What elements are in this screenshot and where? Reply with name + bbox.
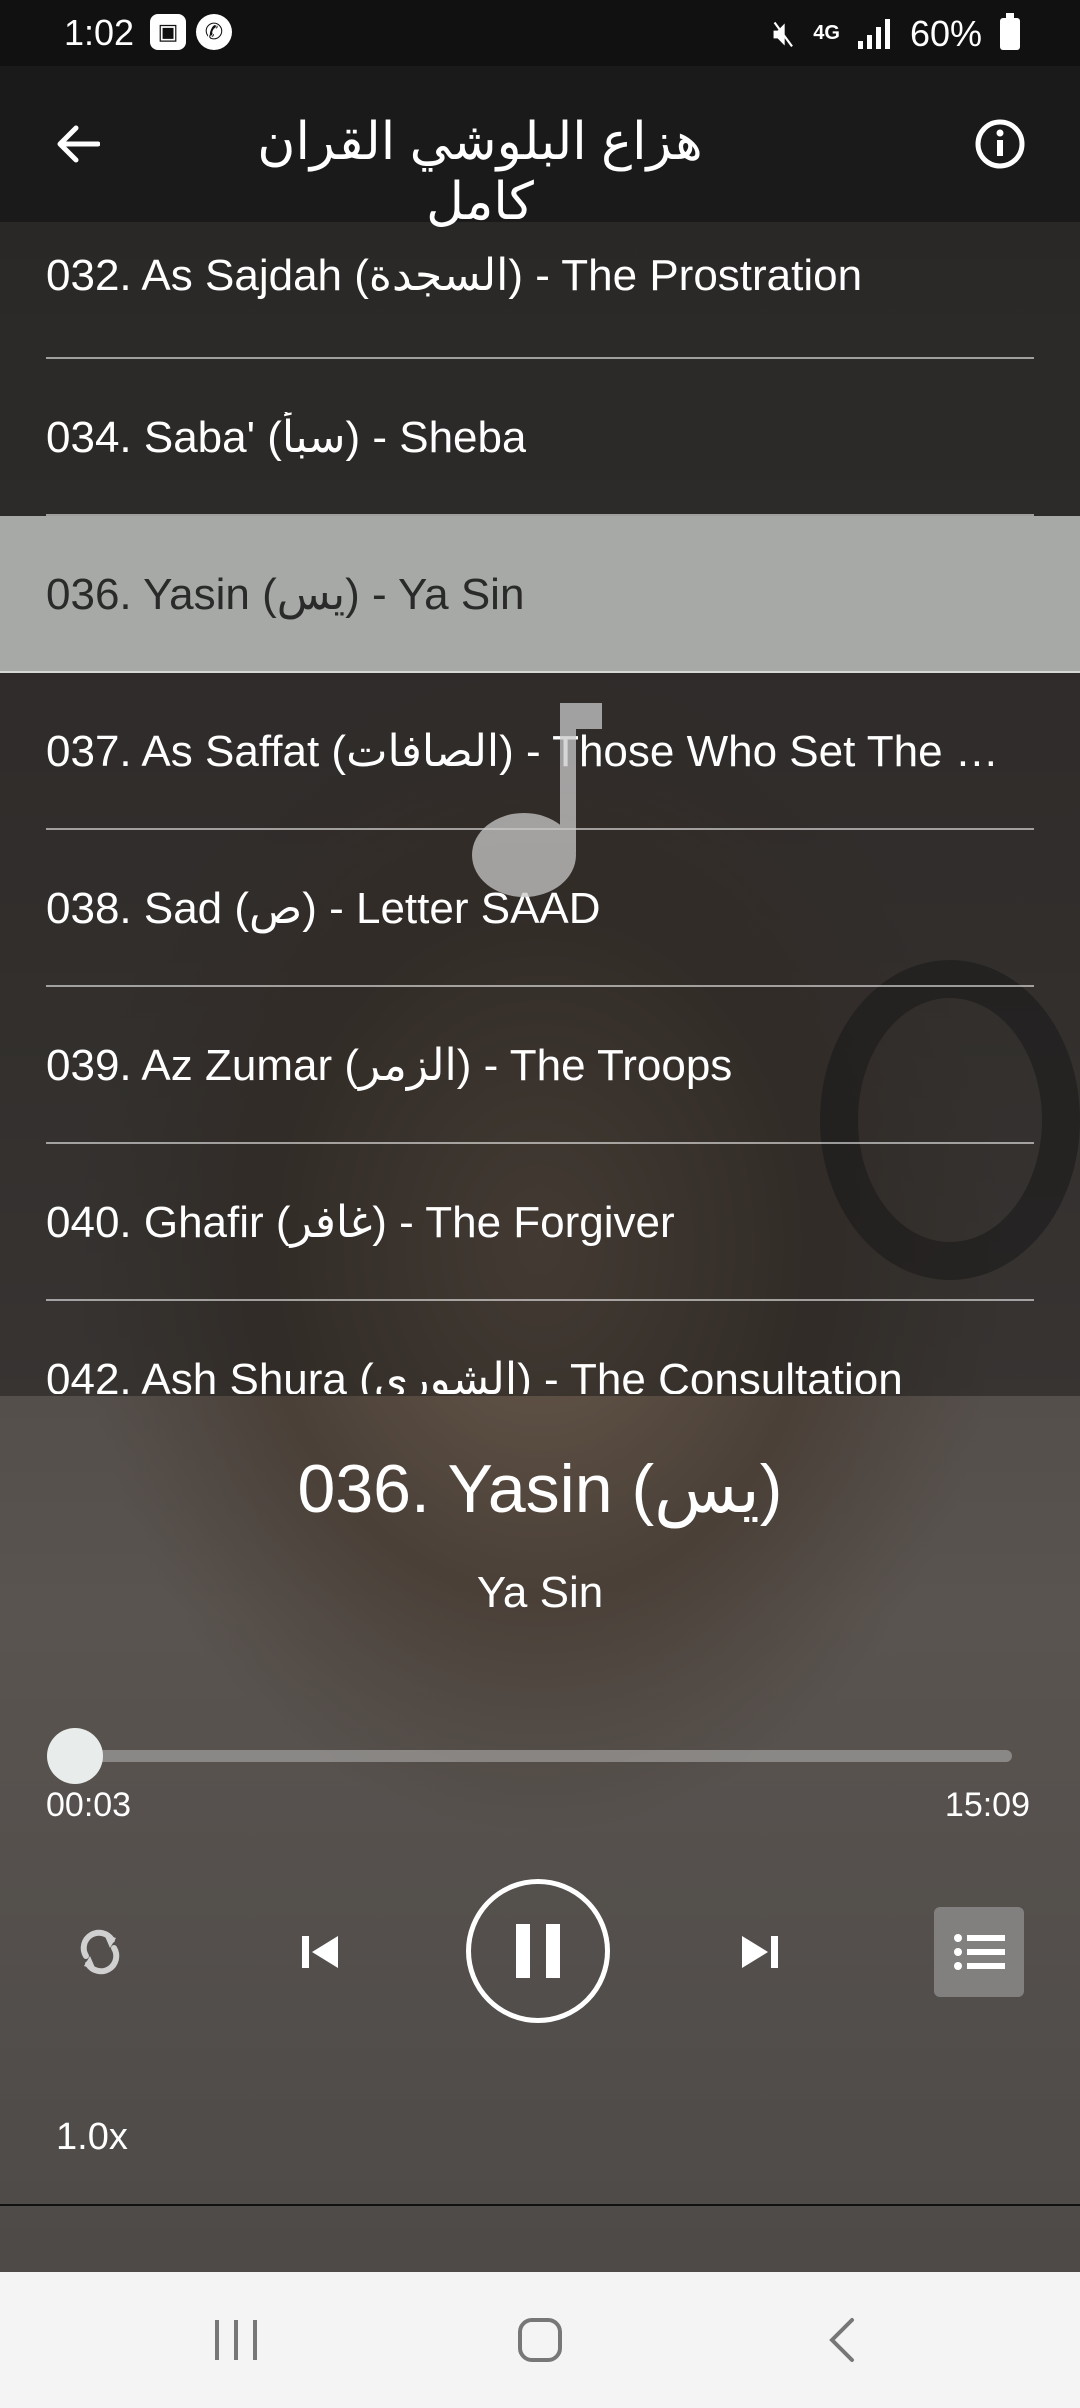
- repeat-button[interactable]: [60, 1912, 140, 1992]
- previous-button[interactable]: [280, 1912, 360, 1992]
- info-icon: [975, 119, 1025, 169]
- battery-percent: 60%: [909, 12, 982, 54]
- playlist-item[interactable]: 039. Az Zumar (الزمر) - The Troops: [0, 987, 1080, 1144]
- gallery-notification-icon: ▣: [150, 14, 186, 50]
- skip-previous-icon: [302, 1936, 338, 1968]
- playlist-icon: [954, 1934, 1005, 1970]
- playlist-item-label: 032. As Sajdah (السجدة) - The Prostratio…: [46, 251, 863, 300]
- skip-next-icon: [742, 1936, 778, 1968]
- signal-icon: [857, 18, 890, 49]
- seek-bar[interactable]: [72, 1750, 1012, 1762]
- back-button[interactable]: [40, 106, 116, 182]
- playlist-button[interactable]: [934, 1907, 1024, 1997]
- system-nav-bar: [0, 2272, 1080, 2408]
- mute-icon: 🔇︎: [772, 12, 796, 53]
- playlist-item-label: 034. Saba' (سبأ) - Sheba: [46, 413, 527, 462]
- next-button[interactable]: [720, 1912, 800, 1992]
- playlist-item[interactable]: 034. Saba' (سبأ) - Sheba: [0, 359, 1080, 516]
- network-type: 4G: [813, 22, 840, 44]
- chevron-left-icon: [829, 2318, 854, 2362]
- playlist-item-label: 040. Ghafir (غافر) - The Forgiver: [46, 1198, 675, 1247]
- duration-time: 15:09: [944, 1786, 1030, 1824]
- home-icon: [518, 2318, 562, 2362]
- seek-thumb[interactable]: [46, 1728, 103, 1784]
- now-playing-title: 036. Yasin (يس): [297, 1451, 783, 1527]
- arrow-left-icon: [57, 125, 100, 163]
- playlist-item-label: 039. Az Zumar (الزمر) - The Troops: [46, 1041, 733, 1090]
- app-bar: هزاع البلوشي القران كامل: [0, 66, 1080, 231]
- now-playing-subtitle: Ya Sin: [476, 1568, 604, 1617]
- back-nav-button[interactable]: [782, 2300, 902, 2380]
- playlist-item[interactable]: 036. Yasin (يس) - Ya Sin: [0, 516, 1080, 673]
- music-note-icon: [472, 703, 602, 897]
- status-time: 1:02: [64, 12, 135, 53]
- home-button[interactable]: [480, 2300, 600, 2380]
- playlist-item-label: 042. Ash Shura (الشورى) - The Consultati…: [46, 1355, 903, 1394]
- playback-speed[interactable]: 1.0x: [56, 2116, 128, 2159]
- recent-apps-button[interactable]: [176, 2300, 296, 2380]
- page-title: هزاع البلوشي القران كامل: [257, 113, 703, 231]
- divider: [0, 2204, 1080, 2206]
- recent-apps-icon: [215, 2320, 257, 2360]
- battery-icon: [1000, 12, 1020, 50]
- repeat-icon: [80, 1929, 120, 1975]
- elapsed-time: 00:03: [46, 1786, 132, 1824]
- playlist-item[interactable]: 032. As Sajdah (السجدة) - The Prostratio…: [0, 222, 1080, 359]
- pause-button[interactable]: [466, 1879, 610, 2023]
- playlist-item[interactable]: 040. Ghafir (غافر) - The Forgiver: [0, 1144, 1080, 1301]
- info-button[interactable]: [968, 112, 1032, 176]
- status-bar: 1:02 ▣ ✆ 🔇︎ 4G 60%: [0, 0, 1080, 66]
- playlist-item-label: 036. Yasin (يس) - Ya Sin: [46, 570, 525, 619]
- pause-icon: [516, 1924, 560, 1978]
- playlist-item[interactable]: 042. Ash Shura (الشورى) - The Consultati…: [0, 1301, 1080, 1394]
- phone-notification-icon: ✆: [196, 14, 232, 50]
